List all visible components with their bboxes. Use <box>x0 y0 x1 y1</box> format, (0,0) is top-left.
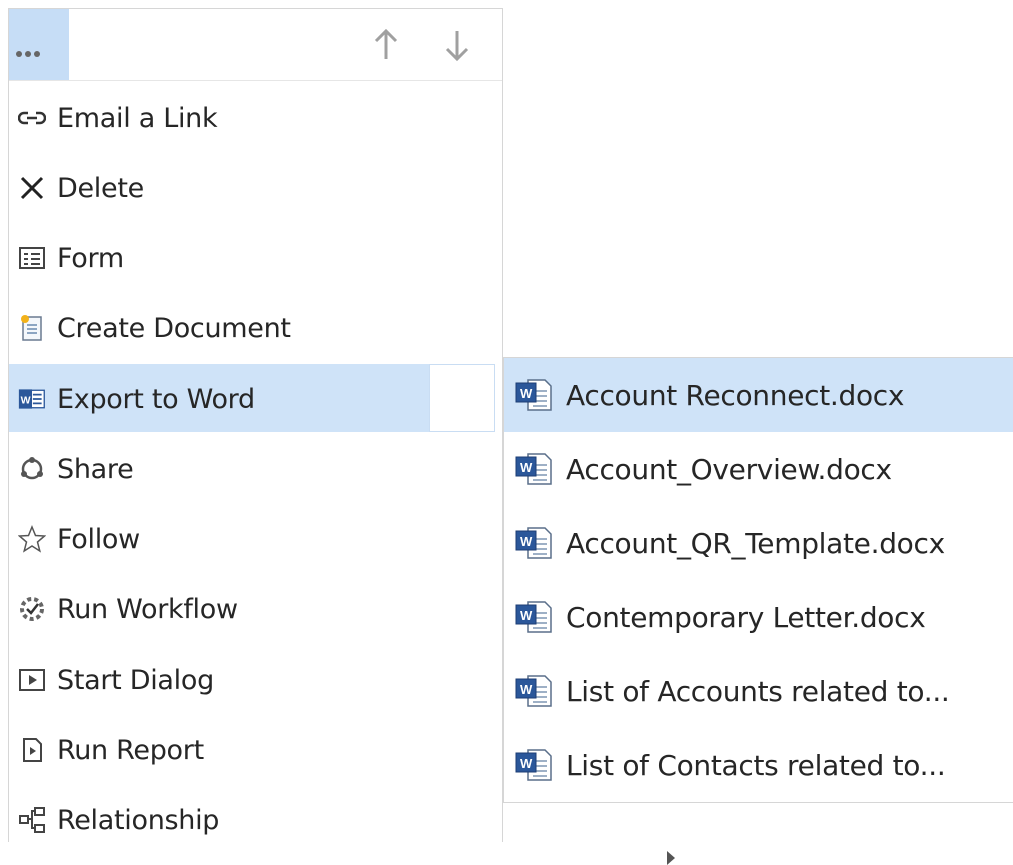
word-document-icon: W <box>514 523 558 563</box>
submenu-item-label: Account_QR_Template.docx <box>566 526 945 560</box>
link-icon <box>13 98 51 138</box>
word-document-icon: W <box>514 671 558 711</box>
play-icon <box>13 660 51 700</box>
menu-item-start-dialog[interactable]: Start Dialog <box>9 645 502 715</box>
svg-text:W: W <box>520 608 533 623</box>
move-down-button[interactable] <box>442 27 472 63</box>
submenu-item-template[interactable]: W List of Accounts related to... <box>504 654 1013 728</box>
more-options-button[interactable] <box>9 9 69 80</box>
arrow-down-icon <box>445 31 469 62</box>
star-icon <box>13 519 51 559</box>
ellipsis-icon <box>16 42 43 61</box>
submenu-item-label: Account Reconnect.docx <box>566 378 905 412</box>
menu-item-form[interactable]: Form <box>9 223 502 293</box>
menu-item-label: Run Report <box>57 734 204 766</box>
submenu-item-label: List of Accounts related to... <box>566 674 950 708</box>
menu-item-label: Form <box>57 242 124 274</box>
word-icon: W <box>13 379 51 419</box>
menu-item-run-workflow[interactable]: Run Workflow <box>9 574 502 644</box>
export-to-word-submenu: W Account Reconnect.docx W Account_Overv… <box>503 357 1013 803</box>
word-document-icon: W <box>514 745 558 785</box>
new-document-icon <box>13 308 51 348</box>
workflow-icon <box>13 589 51 629</box>
close-icon <box>13 168 51 208</box>
menu-item-export-to-word[interactable]: W Export to Word <box>9 364 711 434</box>
menu-item-label: Share <box>57 453 134 485</box>
svg-text:W: W <box>520 682 533 697</box>
submenu-item-template[interactable]: W Account_Overview.docx <box>504 432 1013 506</box>
menu-item-label: Create Document <box>57 312 291 344</box>
submenu-item-template[interactable]: W Account Reconnect.docx <box>504 358 1013 432</box>
form-icon <box>13 238 51 278</box>
submenu-item-template[interactable]: W List of Contacts related to... <box>504 728 1013 802</box>
menu-item-label: Export to Word <box>57 383 255 415</box>
menu-item-delete[interactable]: Delete <box>9 153 502 223</box>
menu-item-label: Delete <box>57 172 144 204</box>
share-icon <box>13 449 51 489</box>
context-menu: Email a Link Delete Form Create Document… <box>8 8 711 865</box>
menu-item-label: Email a Link <box>57 102 218 134</box>
word-document-icon: W <box>514 375 558 415</box>
arrow-up-icon <box>374 28 398 59</box>
menu-item-label: Relationship <box>57 804 220 836</box>
menu-item-share[interactable]: Share <box>9 434 502 504</box>
chevron-right-icon <box>667 851 676 865</box>
menu-item-run-report[interactable]: Run Report <box>9 715 660 785</box>
submenu-item-template[interactable]: W Account_QR_Template.docx <box>504 506 1013 580</box>
svg-text:W: W <box>520 460 533 475</box>
menu-toolbar <box>9 9 502 81</box>
submenu-item-label: List of Contacts related to... <box>566 748 946 782</box>
relationship-icon <box>13 800 51 840</box>
submenu-expand-button[interactable] <box>429 364 495 432</box>
move-up-button[interactable] <box>371 27 401 63</box>
submenu-item-template[interactable]: W Contemporary Letter.docx <box>504 580 1013 654</box>
menu-item-create-document[interactable]: Create Document <box>9 293 502 363</box>
submenu-item-label: Account_Overview.docx <box>566 452 892 486</box>
menu-item-relationship[interactable]: Relationship <box>9 785 676 865</box>
report-icon <box>13 730 51 770</box>
menu-item-label: Start Dialog <box>57 664 214 696</box>
svg-text:W: W <box>520 534 533 549</box>
word-document-icon: W <box>514 597 558 637</box>
menu-item-follow[interactable]: Follow <box>9 504 502 574</box>
menu-item-label: Run Workflow <box>57 593 238 625</box>
svg-text:W: W <box>520 756 533 771</box>
submenu-item-label: Contemporary Letter.docx <box>566 600 926 634</box>
word-document-icon: W <box>514 449 558 489</box>
menu-item-label: Follow <box>57 523 140 555</box>
svg-text:W: W <box>520 386 533 401</box>
svg-text:W: W <box>21 394 31 406</box>
menu-item-email-link[interactable]: Email a Link <box>9 83 502 153</box>
